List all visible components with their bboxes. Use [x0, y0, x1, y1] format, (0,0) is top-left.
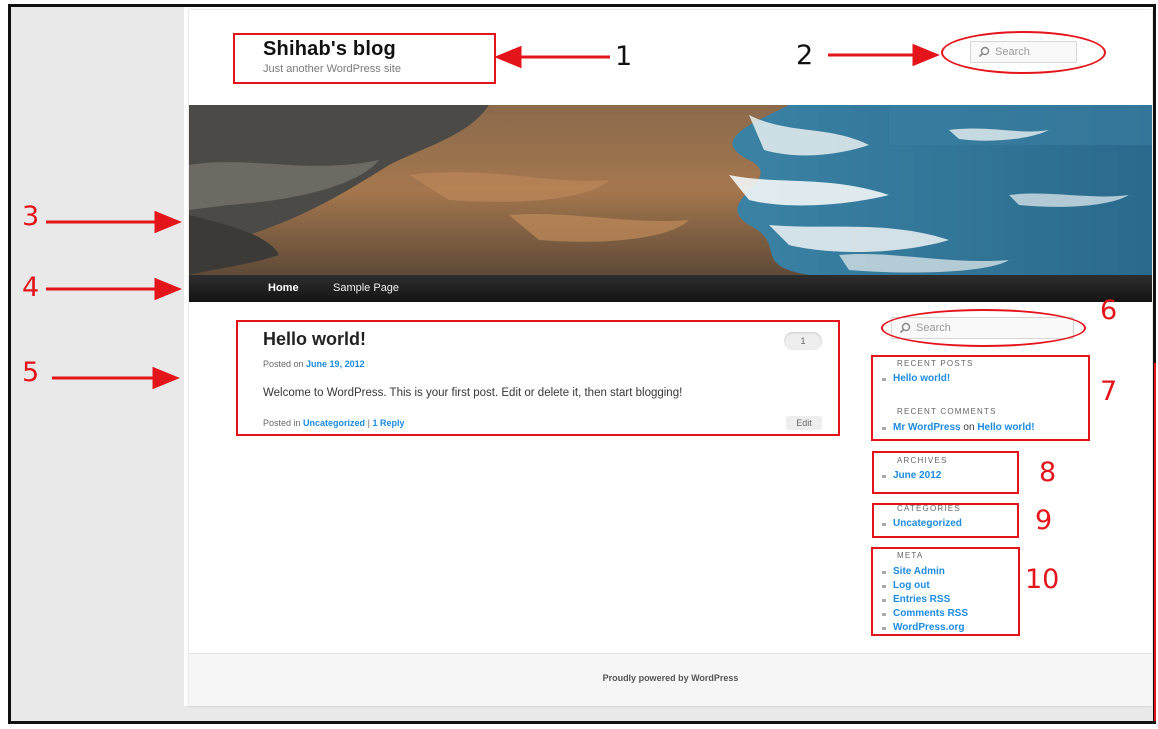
annotation-arrows: [46, 43, 940, 390]
annotation-label-3: 3: [22, 201, 40, 232]
annotation-label-9: 9: [1035, 505, 1053, 536]
annotation-label-4: 4: [22, 272, 40, 303]
annotation-label-1: 1: [615, 41, 633, 72]
annotation-label-6: 6: [1100, 295, 1118, 326]
annotation-label-8: 8: [1039, 457, 1057, 488]
annotation-label-5: 5: [22, 357, 40, 388]
annotation-label-2: 2: [796, 40, 814, 71]
annotation-label-7: 7: [1100, 376, 1118, 407]
annotation-label-10: 10: [1025, 564, 1060, 595]
